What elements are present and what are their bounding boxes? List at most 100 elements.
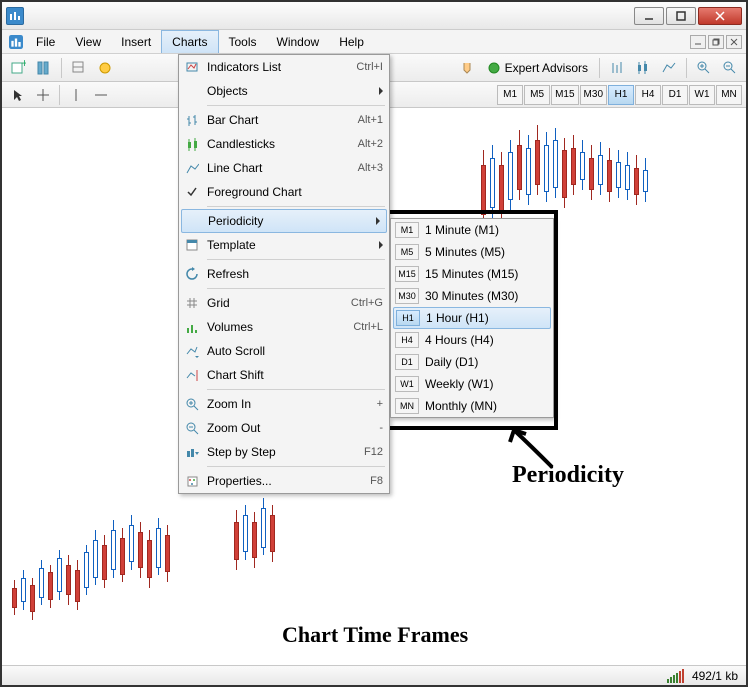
candlestick <box>30 578 35 620</box>
candlestick <box>499 152 504 222</box>
menu-separator <box>207 389 385 390</box>
periodicity-m5[interactable]: M55 Minutes (M5) <box>391 241 553 263</box>
periodicity-label: 1 Minute (M1) <box>425 223 499 237</box>
vertical-line-button[interactable] <box>64 84 88 106</box>
candlestick <box>261 498 266 555</box>
menu-item-properties-[interactable]: Properties...F8 <box>179 469 389 493</box>
menu-charts[interactable]: Charts <box>161 30 218 53</box>
periodicity-label: Monthly (MN) <box>425 399 497 413</box>
timeframe-h1-button[interactable]: H1 <box>608 85 634 105</box>
menu-item-template[interactable]: Template <box>179 233 389 257</box>
line-chart-button[interactable] <box>657 57 681 79</box>
close-button[interactable] <box>698 7 742 25</box>
menu-item-label: Template <box>207 238 379 252</box>
menubar: FileViewInsertChartsToolsWindowHelp <box>2 30 746 54</box>
menu-item-objects[interactable]: Objects <box>179 79 389 103</box>
timeframe-mn-button[interactable]: MN <box>716 85 742 105</box>
menu-item-bar-chart[interactable]: Bar ChartAlt+1 <box>179 108 389 132</box>
periodicity-label: Weekly (W1) <box>425 377 493 391</box>
autoscroll-icon <box>183 342 201 360</box>
bar-chart-button[interactable] <box>605 57 629 79</box>
timeframe-m1-button[interactable]: M1 <box>497 85 523 105</box>
periodicity-m30[interactable]: M3030 Minutes (M30) <box>391 285 553 307</box>
shift-icon <box>183 366 201 384</box>
menu-item-refresh[interactable]: Refresh <box>179 262 389 286</box>
menu-item-chart-shift[interactable]: Chart Shift <box>179 363 389 387</box>
menu-item-step-by-step[interactable]: Step by StepF12 <box>179 440 389 464</box>
menu-item-zoom-out[interactable]: Zoom Out- <box>179 416 389 440</box>
menu-separator <box>207 259 385 260</box>
timeframe-w1-button[interactable]: W1 <box>689 85 715 105</box>
menu-help[interactable]: Help <box>329 30 374 53</box>
menu-item-auto-scroll[interactable]: Auto Scroll <box>179 339 389 363</box>
doc-restore-button[interactable] <box>708 35 724 49</box>
timeframe-h4-button[interactable]: H4 <box>635 85 661 105</box>
menu-item-grid[interactable]: GridCtrl+G <box>179 291 389 315</box>
zoom-out-button[interactable] <box>718 57 742 79</box>
candlestick <box>138 522 143 578</box>
timeframe-m15-button[interactable]: M15 <box>551 85 578 105</box>
menu-item-periodicity[interactable]: Periodicity <box>181 209 387 233</box>
menu-item-line-chart[interactable]: Line ChartAlt+3 <box>179 156 389 180</box>
periodicity-h1[interactable]: H11 Hour (H1) <box>393 307 551 329</box>
timeframe-d1-button[interactable]: D1 <box>662 85 688 105</box>
menu-item-zoom-in[interactable]: Zoom In+ <box>179 392 389 416</box>
periodicity-m1[interactable]: M11 Minute (M1) <box>391 219 553 241</box>
candlestick <box>562 138 567 208</box>
vol-icon <box>183 318 201 336</box>
crosshair-button[interactable] <box>31 84 55 106</box>
candlestick <box>571 135 576 195</box>
menu-item-label: Bar Chart <box>207 113 358 127</box>
minimize-button[interactable] <box>634 7 664 25</box>
candlestick <box>508 140 513 210</box>
titlebar <box>2 2 746 30</box>
candlestick <box>48 565 53 608</box>
profiles-button[interactable] <box>32 57 56 79</box>
candlestick <box>84 545 89 595</box>
expert-advisors-button[interactable]: Expert Advisors <box>481 61 594 75</box>
menu-tools[interactable]: Tools <box>219 30 267 53</box>
candlestick-button[interactable] <box>631 57 655 79</box>
menu-view[interactable]: View <box>65 30 111 53</box>
new-chart-button[interactable]: + <box>6 57 30 79</box>
app-icon <box>6 7 24 25</box>
menu-item-label: Volumes <box>207 320 353 334</box>
doc-minimize-button[interactable] <box>690 35 706 49</box>
periodicity-mn[interactable]: MNMonthly (MN) <box>391 395 553 417</box>
menu-item-indicators-list[interactable]: Indicators ListCtrl+I <box>179 55 389 79</box>
menu-item-candlesticks[interactable]: CandlesticksAlt+2 <box>179 132 389 156</box>
maximize-button[interactable] <box>666 7 696 25</box>
menu-shortcut: Alt+2 <box>358 138 383 150</box>
submenu-arrow-icon <box>379 241 383 249</box>
zoom-in-button[interactable] <box>692 57 716 79</box>
menu-item-label: Zoom In <box>207 397 377 411</box>
menu-item-volumes[interactable]: VolumesCtrl+L <box>179 315 389 339</box>
timeframe-m5-button[interactable]: M5 <box>524 85 550 105</box>
candlestick <box>243 505 248 560</box>
cursor-button[interactable] <box>6 84 30 106</box>
menu-insert[interactable]: Insert <box>111 30 161 53</box>
timeframe-m30-button[interactable]: M30 <box>580 85 607 105</box>
menu-separator <box>207 466 385 467</box>
line-icon <box>183 159 201 177</box>
menu-window[interactable]: Window <box>267 30 330 53</box>
candlestick <box>643 158 648 202</box>
bar-icon <box>183 111 201 129</box>
candlestick <box>625 152 630 200</box>
menu-item-foreground-chart[interactable]: Foreground Chart <box>179 180 389 204</box>
props-icon <box>183 472 201 490</box>
data-window-button[interactable] <box>93 57 117 79</box>
menu-item-label: Properties... <box>207 474 370 488</box>
menu-item-label: Periodicity <box>208 214 376 228</box>
doc-close-button[interactable] <box>726 35 742 49</box>
periodicity-m15[interactable]: M1515 Minutes (M15) <box>391 263 553 285</box>
horizontal-line-button[interactable] <box>89 84 113 106</box>
menu-file[interactable]: File <box>26 30 65 53</box>
periodicity-d1[interactable]: D1Daily (D1) <box>391 351 553 373</box>
menu-item-label: Candlesticks <box>207 137 358 151</box>
market-watch-button[interactable] <box>67 57 91 79</box>
periodicity-w1[interactable]: W1Weekly (W1) <box>391 373 553 395</box>
svg-text:+: + <box>21 60 26 70</box>
periodicity-h4[interactable]: H44 Hours (H4) <box>391 329 553 351</box>
timeframe-badge: H1 <box>396 310 420 326</box>
